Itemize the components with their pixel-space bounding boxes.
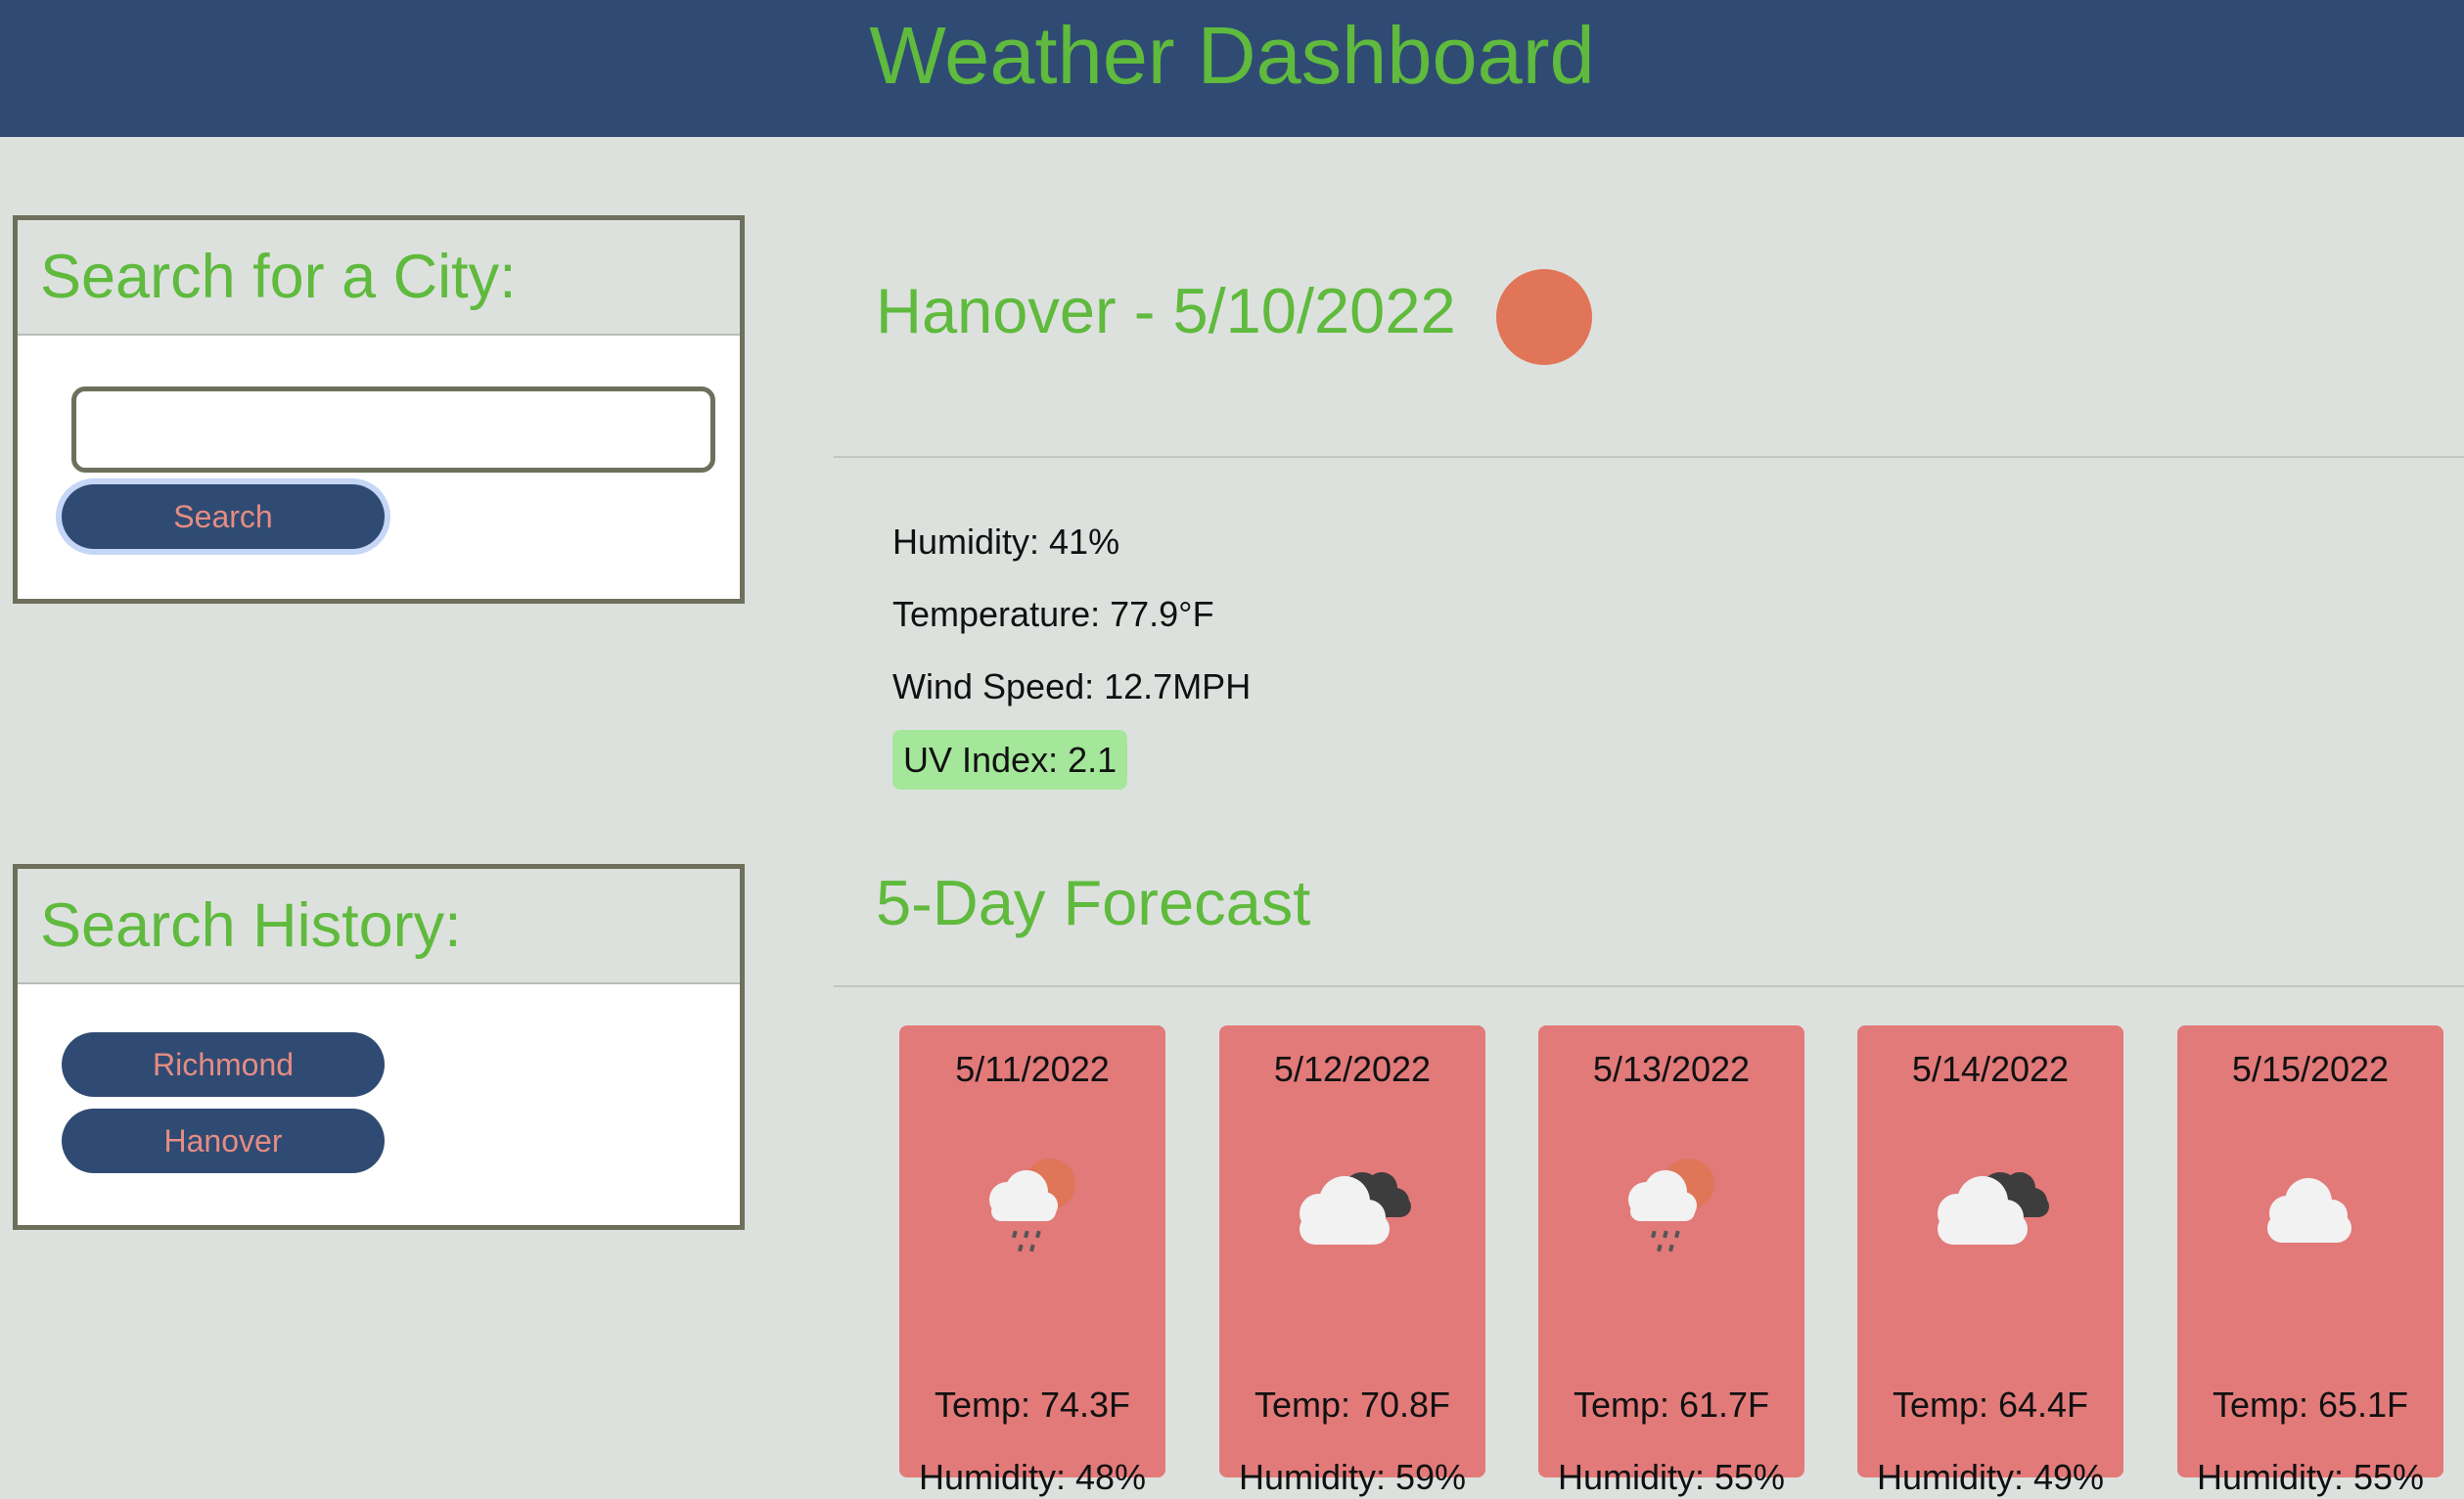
search-button[interactable]: Search [62,484,385,549]
search-panel-header: Search for a City: [18,220,740,336]
broken-clouds-icon [1938,1172,2049,1245]
search-panel-title: Search for a City: [40,243,517,311]
search-history-header: Search History: [18,869,740,984]
search-history-title: Search History: [40,891,462,960]
forecast-card: 5/13/2022 Temp: 61.7F Humidity: 55% [1538,1025,1804,1497]
forecast-temp: Temp: 70.8F [1254,1385,1451,1425]
forecast-date: 5/12/2022 [1273,1049,1432,1089]
forecast-temp: Temp: 65.1F [2212,1385,2409,1425]
current-humidity: Humidity: 41% [892,522,1120,562]
forecast-card: 5/12/2022 Temp: 70.8F Humidity: 59% [1219,1025,1485,1497]
divider [834,456,2464,458]
forecast-heading: 5-Day Forecast [876,867,1311,938]
search-history-panel: Search History: Richmond Hanover [13,864,745,1230]
sun-cloud-rain-icon [989,1158,1075,1252]
forecast-temp: Temp: 64.4F [1892,1385,2089,1425]
history-item-button[interactable]: Hanover [62,1109,385,1173]
page-header: Weather Dashboard [0,0,2464,137]
forecast-date: 5/13/2022 [1592,1049,1751,1089]
forecast-date: 5/15/2022 [2231,1049,2390,1089]
broken-clouds-icon [1300,1172,1411,1245]
forecast-temp: Temp: 74.3F [934,1385,1131,1425]
uv-index-badge: UV Index: 2.1 [892,730,1128,790]
forecast-humidity: Humidity: 55% [1557,1457,1786,1497]
forecast-humidity: Humidity: 55% [2196,1457,2425,1497]
forecast-date: 5/14/2022 [1911,1049,2070,1089]
forecast-date: 5/11/2022 [955,1049,1110,1089]
forecast-humidity: Humidity: 48% [918,1457,1147,1497]
forecast-humidity: Humidity: 59% [1238,1457,1467,1497]
forecast-card: 5/14/2022 Temp: 64.4F Humidity: 49% [1857,1025,2123,1497]
current-temperature: Temperature: 77.9°F [892,594,1214,634]
page-title: Weather Dashboard [869,9,1595,101]
forecast-card: 5/11/2022 Temp: 74.3F Humidity: 48% [899,1025,1165,1497]
forecast-card: 5/15/2022 Temp: 65.1F Humidity: 55% [2177,1025,2443,1497]
sun-cloud-rain-icon [1628,1158,1714,1252]
current-city-heading: Hanover - 5/10/2022 [876,275,1456,346]
cloud-icon [2267,1178,2351,1243]
forecast-temp: Temp: 61.7F [1573,1385,1770,1425]
search-panel: Search for a City: Search [13,215,745,604]
sun-icon [1496,269,1592,365]
divider [834,985,2464,987]
city-search-input[interactable] [71,386,715,473]
current-wind-speed: Wind Speed: 12.7MPH [892,666,1252,706]
history-item-button[interactable]: Richmond [62,1032,385,1097]
forecast-humidity: Humidity: 49% [1876,1457,2105,1497]
